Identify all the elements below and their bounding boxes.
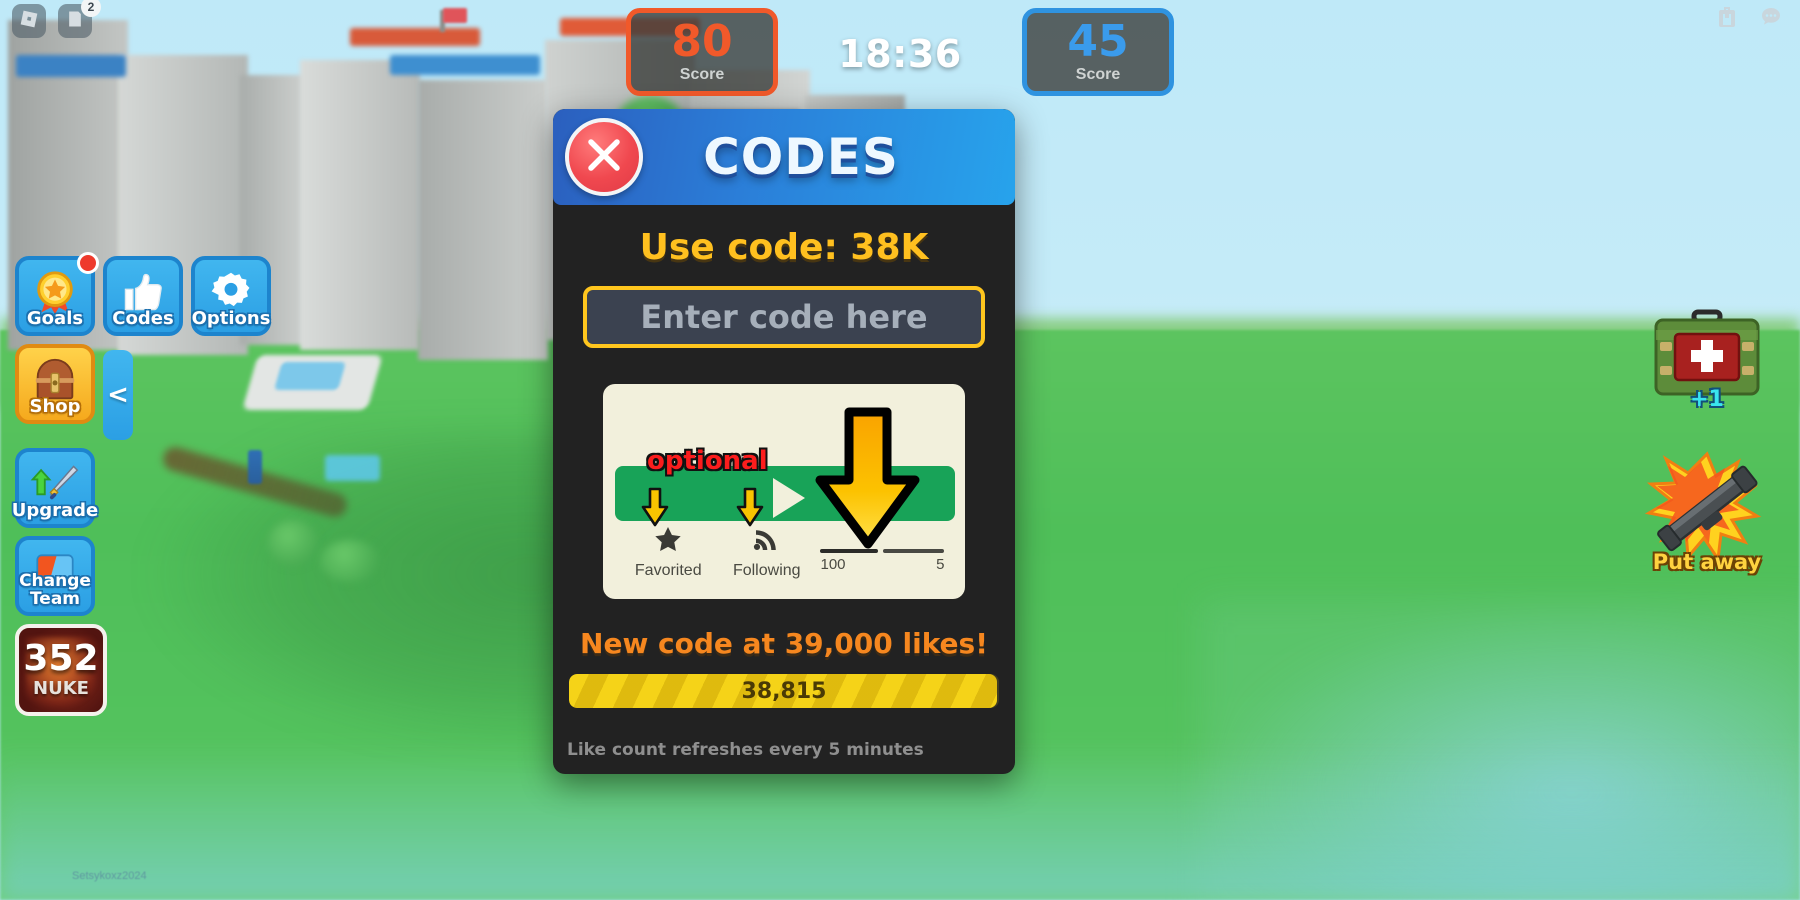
sidebar-item-change-team[interactable]: Change Team bbox=[15, 536, 95, 616]
optional-tag: optional bbox=[647, 446, 768, 476]
favorite-label: Favorited bbox=[634, 562, 702, 579]
red-team-score: 80 bbox=[671, 16, 733, 67]
code-input-wrapper[interactable] bbox=[583, 286, 985, 348]
rss-following-icon bbox=[752, 525, 782, 559]
blue-team-score-label: Score bbox=[1075, 66, 1121, 83]
big-down-arrow-icon bbox=[813, 406, 923, 551]
username-watermark: Setsykoxz2024 bbox=[72, 870, 147, 882]
close-button[interactable] bbox=[565, 118, 643, 196]
roblox-logo-icon bbox=[19, 9, 39, 33]
blue-team-score: 45 bbox=[1067, 16, 1129, 67]
sidebar-item-upgrade[interactable]: Upgrade bbox=[12, 448, 98, 528]
star-icon bbox=[653, 525, 683, 559]
item-first-aid-kit[interactable]: +1 bbox=[1642, 300, 1772, 420]
refresh-note: Like count refreshes every 5 minutes bbox=[567, 740, 924, 760]
like-count: 100 bbox=[820, 556, 846, 573]
red-flag bbox=[443, 8, 467, 23]
code-input[interactable] bbox=[587, 290, 981, 344]
nuke-count: 352 bbox=[23, 638, 99, 679]
close-x-icon bbox=[582, 133, 626, 181]
dislike-count: 5 bbox=[936, 556, 945, 573]
blue-team-score-card: 45 Score bbox=[1022, 8, 1174, 96]
engagement-card: optional Favorited Following 100 5 bbox=[603, 384, 965, 599]
play-triangle-icon bbox=[773, 478, 805, 518]
sidebar-item-codes[interactable]: Codes bbox=[103, 256, 183, 336]
red-team-score-label: Score bbox=[679, 66, 725, 83]
backpack-button[interactable] bbox=[1712, 4, 1742, 34]
sidebar-top-row: Goals Codes Options bbox=[15, 252, 295, 336]
chat-log-button[interactable]: 2 bbox=[58, 0, 101, 38]
roblox-corner-buttons-right bbox=[1712, 4, 1786, 34]
water-decoration bbox=[325, 455, 380, 481]
bush bbox=[320, 540, 380, 582]
item-pickups: +1 Put away bbox=[1642, 300, 1772, 596]
sidebar-shop-row: Shop < bbox=[15, 344, 295, 440]
sidebar-label-shop: Shop bbox=[29, 396, 81, 417]
red-team-score-card: 80 Score bbox=[626, 8, 778, 96]
building-roof bbox=[16, 55, 126, 77]
sidebar-label-upgrade: Upgrade bbox=[11, 500, 99, 521]
sidebar-item-goals[interactable]: Goals bbox=[15, 252, 99, 336]
sidebar-collapse-button[interactable]: < bbox=[103, 350, 133, 440]
follow-stat[interactable]: Following bbox=[718, 525, 817, 580]
building-roof bbox=[350, 28, 480, 46]
sidebar-label-options: Options bbox=[191, 308, 271, 329]
more-chat-button[interactable] bbox=[1756, 4, 1786, 34]
sidebar-menu: Goals Codes Options Shop < Upgrade Chang… bbox=[12, 252, 295, 716]
item-rocket-launcher[interactable]: Put away bbox=[1642, 448, 1772, 574]
nuke-button[interactable]: 352 NUKE bbox=[15, 624, 107, 716]
goals-notification-dot bbox=[77, 252, 99, 274]
use-code-heading: Use code: 38K bbox=[639, 227, 929, 268]
first-aid-caption: +1 bbox=[1690, 387, 1724, 412]
sidebar-label-goals: Goals bbox=[26, 308, 84, 329]
sidebar-item-options[interactable]: Options bbox=[191, 256, 271, 336]
vote-counts: 100 5 bbox=[820, 556, 944, 573]
building bbox=[300, 60, 420, 350]
likes-progress-value: 38,815 bbox=[741, 678, 827, 704]
roblox-corner-buttons: 2 bbox=[12, 0, 101, 38]
codes-modal: CODES Use code: 38K optional bbox=[553, 109, 1015, 774]
next-code-goal-text: New code at 39,000 likes! bbox=[580, 627, 988, 660]
likes-progress-bar: 38,815 bbox=[569, 674, 999, 708]
sidebar-lower-stack: Upgrade Change Team 352 NUKE bbox=[12, 448, 295, 716]
rocket-launcher-caption: Put away bbox=[1652, 550, 1762, 574]
follow-label: Following bbox=[732, 562, 801, 579]
round-timer: 18:36 bbox=[838, 32, 962, 76]
backpack-icon bbox=[1715, 5, 1739, 33]
sidebar-item-shop[interactable]: Shop bbox=[15, 344, 95, 424]
sidebar-label-change-team: Change Team bbox=[19, 573, 91, 608]
sidebar-label-codes: Codes bbox=[112, 308, 174, 329]
favorite-stat[interactable]: Favorited bbox=[619, 525, 718, 580]
down-arrow-icon bbox=[641, 487, 669, 527]
more-chat-icon bbox=[1759, 5, 1783, 33]
nuke-label: NUKE bbox=[33, 678, 89, 699]
codes-modal-header: CODES bbox=[553, 109, 1015, 205]
building-roof bbox=[390, 55, 540, 75]
building bbox=[418, 80, 548, 360]
change-team-line2: Team bbox=[29, 588, 81, 609]
roblox-menu-button[interactable] bbox=[12, 4, 46, 38]
down-arrow-icon bbox=[736, 487, 764, 527]
